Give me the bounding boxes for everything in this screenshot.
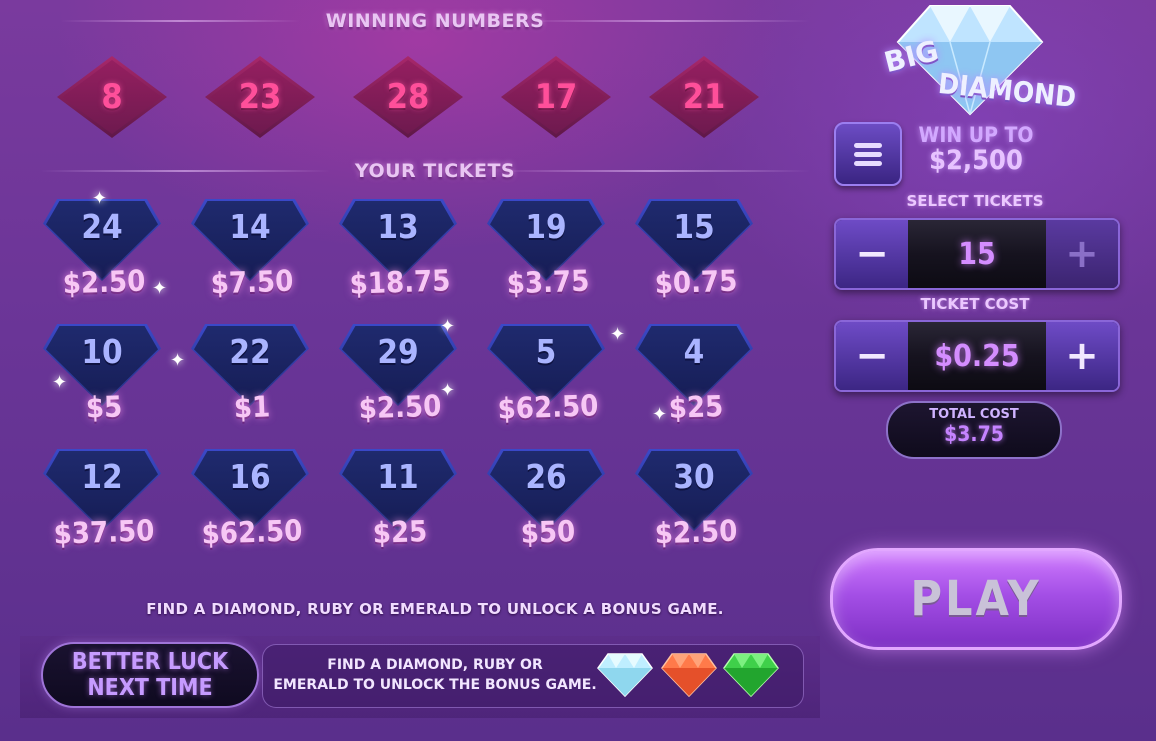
select-tickets-label: SELECT TICKETS [906,192,1044,210]
ticket-number: 30 [673,457,715,496]
ticket[interactable]: 19 $3.75 [473,199,623,317]
ticket-prize: $7.50 [210,263,294,301]
ticket-number: 11 [377,457,419,496]
ticket-number: 26 [525,457,567,496]
winning-number-value: 21 [682,77,726,117]
ticket-cost-value: $0.25 [908,322,1046,390]
ticket[interactable]: 4 $25 [621,324,771,442]
ticket-number: 15 [673,207,715,246]
play-button[interactable]: PLAY [830,548,1122,650]
ticket[interactable]: 10 $5 [29,324,179,442]
ticket[interactable]: 11 $25 [325,449,475,567]
total-cost-value: $3.75 [944,422,1004,446]
winning-number-value: 17 [534,77,578,117]
ticket-number: 10 [81,332,123,371]
ticket[interactable]: 24 $2.50 [29,199,179,317]
winning-number: 23 [205,56,315,138]
winning-numbers-header: WINNING NUMBERS [325,10,545,32]
ticket-number: 16 [229,457,271,496]
win-up-to: WIN UP TO $2,500 [906,122,1046,174]
ticket-cost-label: TICKET COST [920,295,1030,313]
hamburger-icon [854,139,882,170]
result-message: BETTER LUCK NEXT TIME [41,642,259,708]
ruby-icon [661,653,717,698]
ticket[interactable]: 29 $2.50 [325,324,475,442]
ticket[interactable]: 5 $62.50 [473,324,623,442]
ticket-cost-plus-button[interactable]: + [1046,322,1118,390]
ticket-number: 5 [535,332,557,371]
ticket-cost-stepper: − $0.25 + [834,320,1120,392]
ticket-number: 24 [81,207,123,246]
winning-number: 8 [57,56,167,138]
winning-number: 28 [353,56,463,138]
total-cost-label: TOTAL COST [929,407,1019,422]
ticket-number: 13 [377,207,419,246]
ticket-prize: $2.50 [358,388,442,426]
bonus-hint-text: FIND A DIAMOND, RUBY OR EMERALD TO UNLOC… [146,600,724,618]
winning-number: 17 [501,56,611,138]
ticket-number: 19 [525,207,567,246]
ticket[interactable]: 30 $2.50 [621,449,771,567]
bonus-info-text: FIND A DIAMOND, RUBY OR EMERALD TO UNLOC… [265,655,605,695]
ticket-number: 12 [81,457,123,496]
select-tickets-minus-button[interactable]: − [836,220,908,288]
ticket-number: 29 [377,332,419,371]
diamond-icon [597,653,653,698]
ticket[interactable]: 14 $7.50 [177,199,327,317]
total-cost-box: TOTAL COST $3.75 [886,401,1062,459]
bonus-info-line-1: FIND A DIAMOND, RUBY OR [327,657,543,673]
ticket-number: 22 [229,332,271,371]
winning-number-value: 23 [238,77,282,117]
ticket-prize: $5 [85,389,123,425]
ticket-prize: $2.50 [654,513,738,551]
result-line-2: NEXT TIME [87,675,213,701]
winning-number: 21 [649,56,759,138]
ticket[interactable]: 15 $0.75 [621,199,771,317]
ticket-prize: $62.50 [497,388,599,426]
bonus-info-line-2: EMERALD TO UNLOCK THE BONUS GAME. [273,677,597,693]
winning-number-value: 8 [101,77,123,117]
your-tickets-header: YOUR TICKETS [354,160,516,182]
winning-number-value: 28 [386,77,430,117]
ticket-prize: $1 [233,389,271,425]
ticket-prize: $37.50 [53,513,155,551]
ticket-prize: $25 [372,514,428,550]
ticket-cost-minus-button[interactable]: − [836,322,908,390]
ticket[interactable]: 16 $62.50 [177,449,327,567]
win-up-to-amount: $2,500 [929,145,1023,176]
ticket-number: 4 [683,332,705,371]
ticket[interactable]: 22 $1 [177,324,327,442]
ticket-prize: $0.75 [654,263,738,301]
ticket[interactable]: 13 $18.75 [325,199,475,317]
ticket-prize: $25 [668,389,724,425]
select-tickets-plus-button[interactable]: + [1046,220,1118,288]
select-tickets-value: 15 [908,220,1046,288]
ticket-prize: $2.50 [62,263,146,301]
ticket-prize: $62.50 [201,513,303,551]
select-tickets-stepper: − 15 + [834,218,1120,290]
menu-button[interactable] [834,122,902,186]
emerald-icon [723,653,779,698]
result-line-1: BETTER LUCK [71,649,229,675]
ticket-prize: $3.75 [506,263,590,301]
ticket[interactable]: 12 $37.50 [29,449,179,567]
ticket-prize: $50 [520,514,576,550]
ticket-number: 14 [229,207,271,246]
ticket-prize: $18.75 [349,263,451,301]
ticket[interactable]: 26 $50 [473,449,623,567]
